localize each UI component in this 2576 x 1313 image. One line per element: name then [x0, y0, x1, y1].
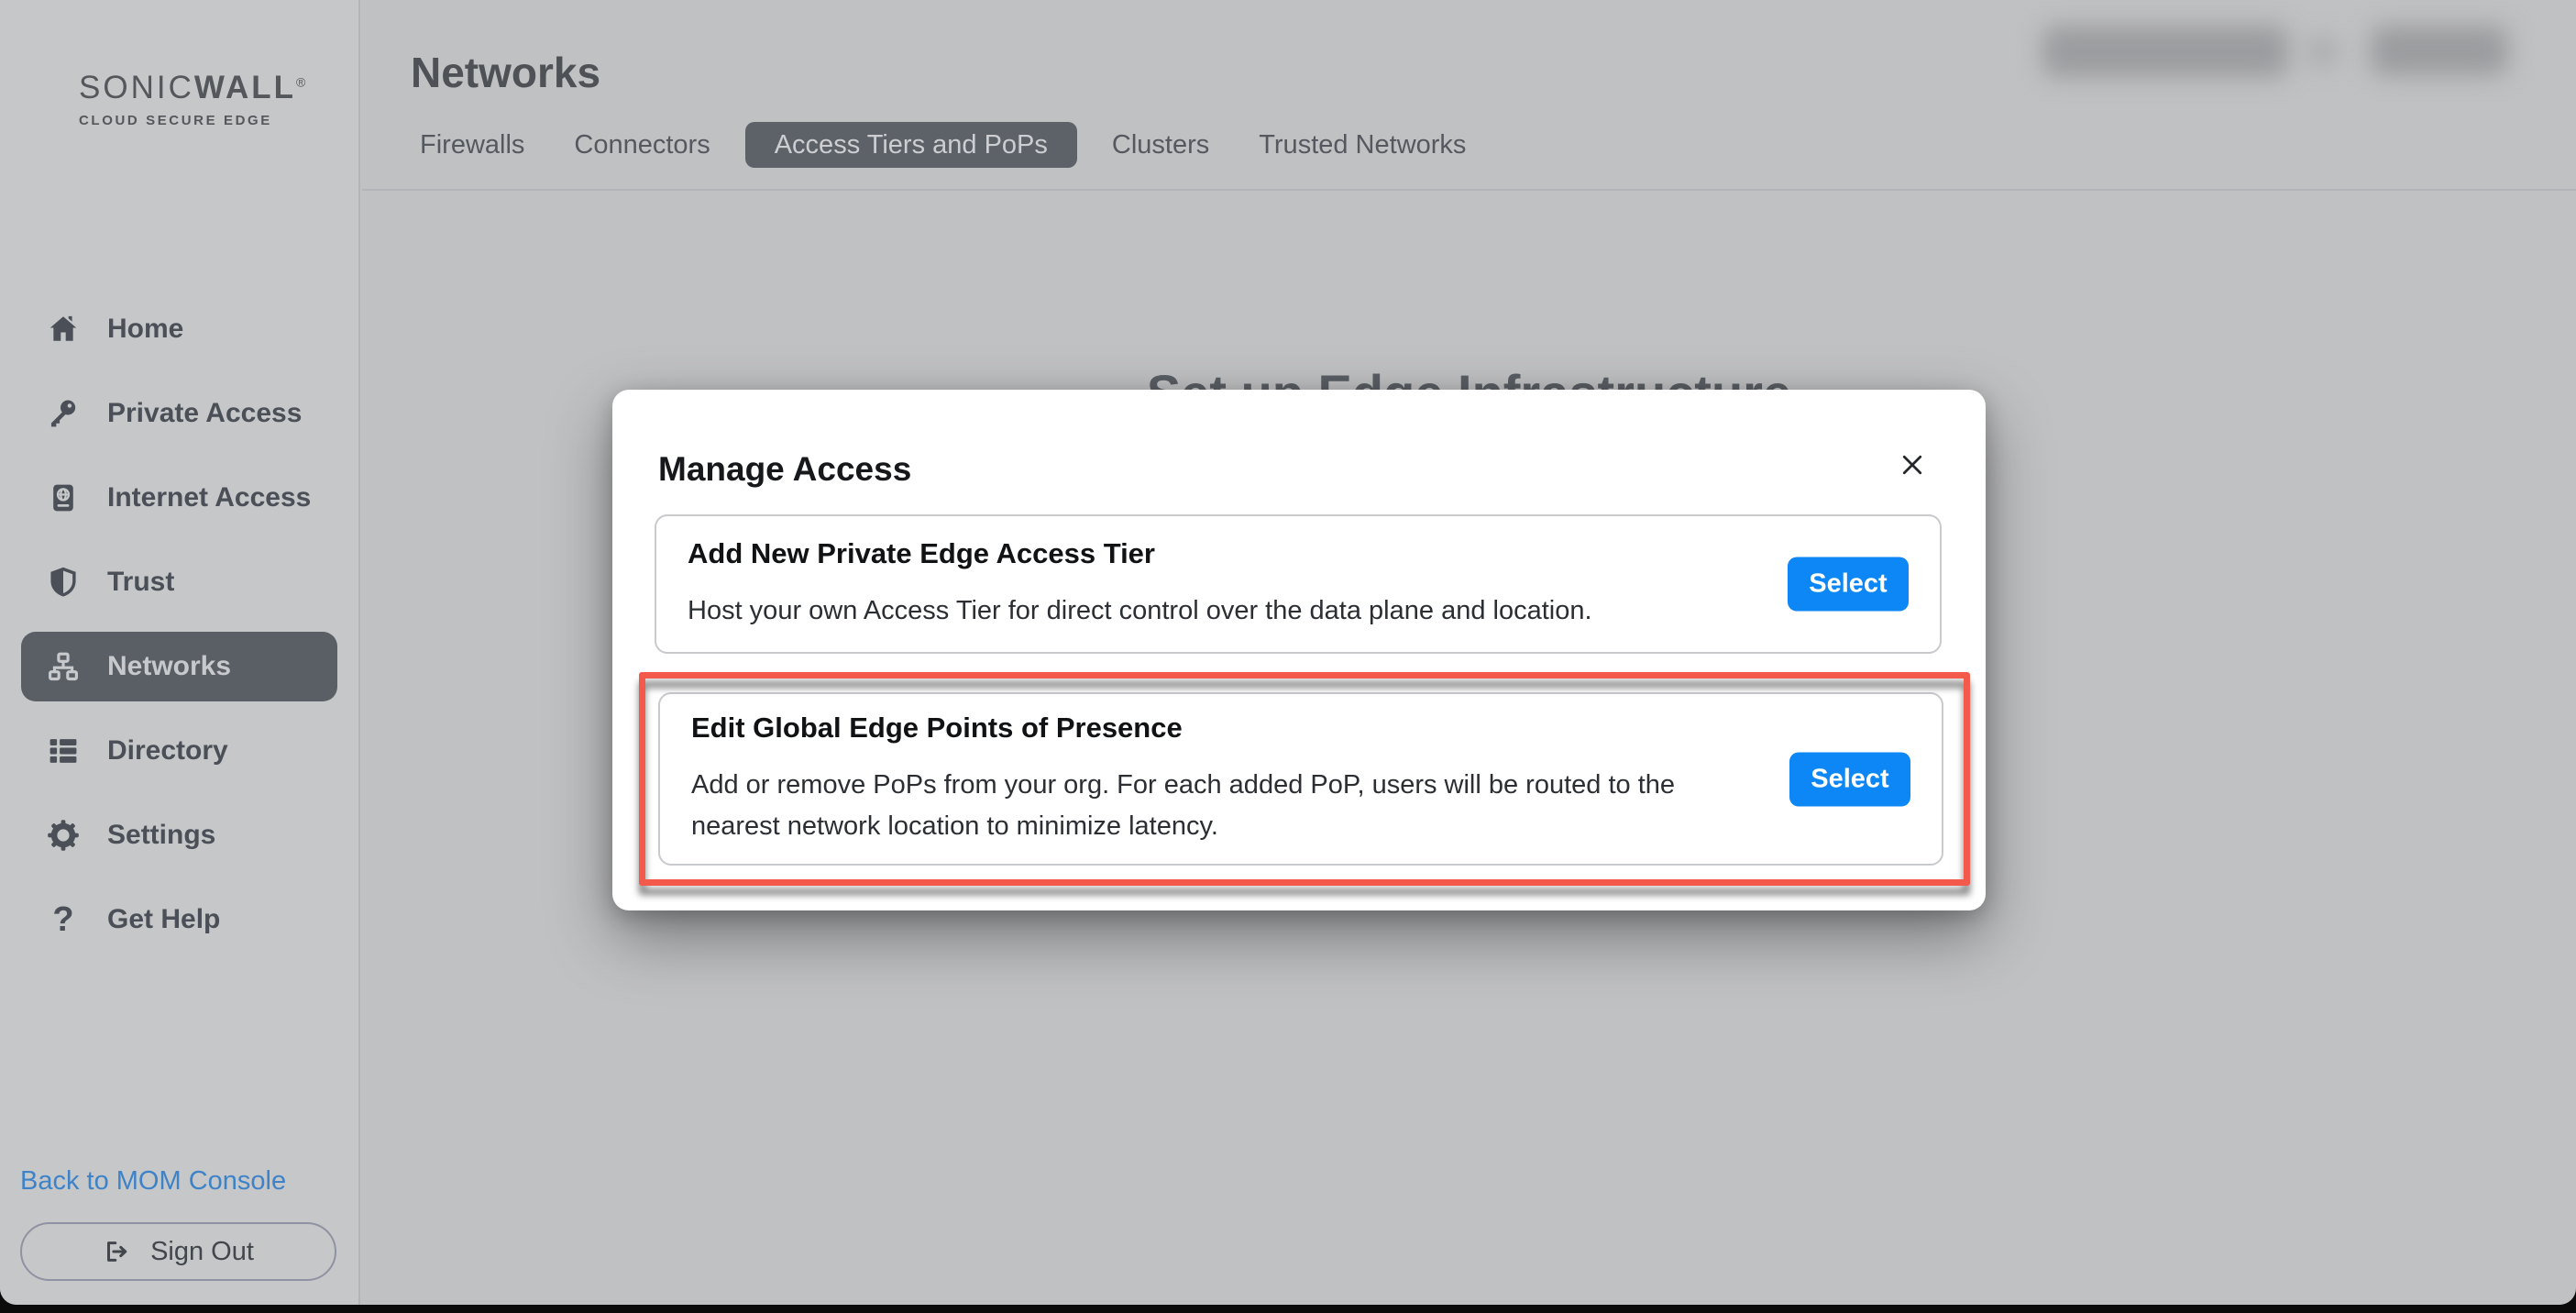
list-icon — [47, 734, 80, 767]
sidebar-item-label: Networks — [107, 651, 231, 682]
sidebar-item-settings[interactable]: Settings — [21, 800, 337, 870]
page-title: Networks — [411, 48, 600, 97]
app-window: SONICWALL® CLOUD SECURE EDGE Home Privat… — [0, 0, 2576, 1305]
header-tabs: Firewalls Connectors Access Tiers and Po… — [420, 122, 1466, 168]
question-icon: ? — [47, 903, 80, 936]
option-title: Add New Private Edge Access Tier — [688, 537, 1766, 570]
sidebar-nav: Home Private Access — [21, 294, 337, 969]
logo-tagline: CLOUD SECURE EDGE — [79, 113, 308, 128]
sonicwall-logo: SONICWALL® CLOUD SECURE EDGE — [79, 70, 308, 128]
passport-globe-icon — [47, 481, 80, 514]
gear-icon — [47, 819, 80, 852]
sidebar-item-label: Home — [107, 314, 183, 345]
option-card-edit-pops: Edit Global Edge Points of Presence Add … — [658, 692, 1943, 866]
tab-clusters[interactable]: Clusters — [1112, 130, 1209, 160]
tab-trusted-networks[interactable]: Trusted Networks — [1259, 130, 1466, 160]
tab-connectors[interactable]: Connectors — [574, 130, 710, 160]
tab-access-tiers-and-pops[interactable]: Access Tiers and PoPs — [745, 122, 1077, 168]
sidebar-item-directory[interactable]: Directory — [21, 716, 337, 786]
sidebar-item-label: Get Help — [107, 904, 220, 935]
chevron-down-icon — [2306, 35, 2339, 68]
sign-out-label: Sign Out — [150, 1237, 254, 1267]
sidebar-item-trust[interactable]: Trust — [21, 547, 337, 617]
sidebar-item-private-access[interactable]: Private Access — [21, 379, 337, 448]
manage-access-modal: Manage Access Add New Private Edge Acces… — [612, 390, 1986, 910]
sidebar-item-label: Trust — [107, 567, 174, 598]
logo-wall: WALL — [194, 70, 296, 105]
option-description: Host your own Access Tier for direct con… — [688, 590, 1687, 632]
logo-wordmark: SONICWALL® — [79, 70, 308, 106]
sidebar-item-label: Settings — [107, 820, 215, 851]
modal-title: Manage Access — [658, 450, 911, 489]
select-button-access-tier[interactable]: Select — [1788, 557, 1909, 612]
bottom-screen-strip — [0, 1305, 2576, 1313]
sidebar-item-networks[interactable]: Networks — [21, 632, 337, 701]
back-to-mom-console-link[interactable]: Back to MOM Console — [20, 1166, 286, 1197]
sidebar-item-get-help[interactable]: ? Get Help — [21, 885, 337, 954]
sidebar-item-home[interactable]: Home — [21, 294, 337, 364]
sidebar-item-label: Private Access — [107, 398, 302, 429]
header-divider — [362, 189, 2576, 191]
sidebar: SONICWALL® CLOUD SECURE EDGE Home Privat… — [0, 0, 360, 1305]
key-icon — [47, 397, 80, 430]
sidebar-item-label: Internet Access — [107, 482, 311, 513]
sitemap-icon — [47, 650, 80, 683]
sidebar-item-label: Directory — [107, 735, 228, 767]
redacted-org-selector[interactable] — [2042, 26, 2288, 77]
redacted-control[interactable] — [2371, 26, 2508, 75]
sign-out-button[interactable]: Sign Out — [20, 1222, 336, 1281]
option-title: Edit Global Edge Points of Presence — [691, 712, 1767, 745]
select-button-edit-pops[interactable]: Select — [1789, 752, 1910, 806]
option-card-text: Edit Global Edge Points of Presence Add … — [691, 694, 1767, 864]
option-card-add-access-tier: Add New Private Edge Access Tier Host yo… — [655, 514, 1942, 654]
close-icon[interactable] — [1887, 439, 1938, 491]
option-description: Add or remove PoPs from your org. For ea… — [691, 765, 1690, 847]
sidebar-item-internet-access[interactable]: Internet Access — [21, 463, 337, 533]
tab-firewalls[interactable]: Firewalls — [420, 130, 524, 160]
shield-icon — [47, 566, 80, 599]
option-card-text: Add New Private Edge Access Tier Host yo… — [688, 516, 1766, 652]
logo-sonic: SONIC — [79, 70, 194, 105]
home-icon — [47, 313, 80, 346]
registered-mark: ® — [296, 74, 308, 89]
sign-out-icon — [103, 1238, 130, 1265]
